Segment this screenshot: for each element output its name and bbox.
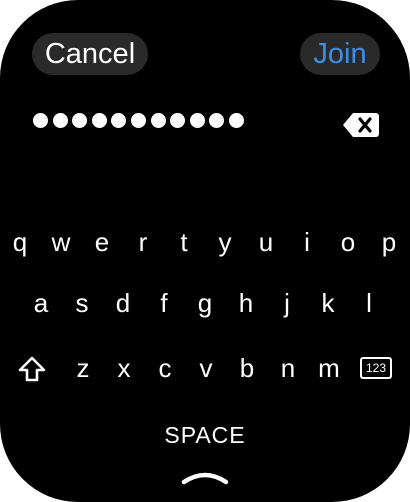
- password-dot: [130, 113, 146, 128]
- key-j[interactable]: j: [270, 283, 304, 323]
- password-dot: [189, 113, 205, 128]
- key-o[interactable]: o: [331, 222, 365, 262]
- key-a[interactable]: a: [24, 283, 58, 323]
- key-i[interactable]: i: [290, 222, 324, 262]
- password-dot: [33, 113, 48, 128]
- key-h[interactable]: h: [229, 283, 263, 323]
- key-l[interactable]: l: [352, 283, 386, 323]
- key-x[interactable]: x: [107, 348, 141, 388]
- key-g[interactable]: g: [188, 283, 222, 323]
- key-f[interactable]: f: [147, 283, 181, 323]
- key-r[interactable]: r: [126, 222, 160, 262]
- key-c[interactable]: c: [148, 348, 182, 388]
- join-button[interactable]: Join: [300, 33, 380, 75]
- shift-arrow-up-icon[interactable]: [17, 355, 47, 383]
- password-dot: [170, 113, 186, 128]
- key-z[interactable]: z: [66, 348, 100, 388]
- keyboard-row-3: zxcvbnm: [0, 348, 410, 388]
- key-u[interactable]: u: [249, 222, 283, 262]
- key-w[interactable]: w: [44, 222, 78, 262]
- numbers-key[interactable]: 123: [360, 357, 392, 379]
- key-t[interactable]: t: [167, 222, 201, 262]
- key-v[interactable]: v: [189, 348, 223, 388]
- watch-screen: Cancel Join ●●●●●●●●●●● qwertyuiop asdfg…: [0, 0, 410, 502]
- password-field[interactable]: [33, 111, 244, 131]
- space-key[interactable]: SPACE: [145, 418, 265, 452]
- keyboard-row-1: qwertyuiop: [0, 222, 410, 262]
- key-d[interactable]: d: [106, 283, 140, 323]
- key-q[interactable]: q: [3, 222, 37, 262]
- key-y[interactable]: y: [208, 222, 242, 262]
- password-dot: [111, 113, 127, 128]
- password-dot: [91, 113, 107, 128]
- delete-backspace-icon[interactable]: [342, 111, 380, 139]
- key-s[interactable]: s: [65, 283, 99, 323]
- key-e[interactable]: e: [85, 222, 119, 262]
- password-dot: [52, 113, 68, 128]
- cancel-button[interactable]: Cancel: [32, 33, 148, 75]
- key-k[interactable]: k: [311, 283, 345, 323]
- key-m[interactable]: m: [312, 348, 346, 388]
- password-dot: [72, 113, 88, 128]
- chevron-up-icon[interactable]: [180, 466, 230, 486]
- key-b[interactable]: b: [230, 348, 264, 388]
- keyboard-row-2: asdfghjkl: [0, 283, 410, 323]
- key-n[interactable]: n: [271, 348, 305, 388]
- key-p[interactable]: p: [372, 222, 406, 262]
- password-dot: [150, 113, 166, 128]
- password-dot: [209, 113, 225, 128]
- password-dot: [228, 113, 244, 128]
